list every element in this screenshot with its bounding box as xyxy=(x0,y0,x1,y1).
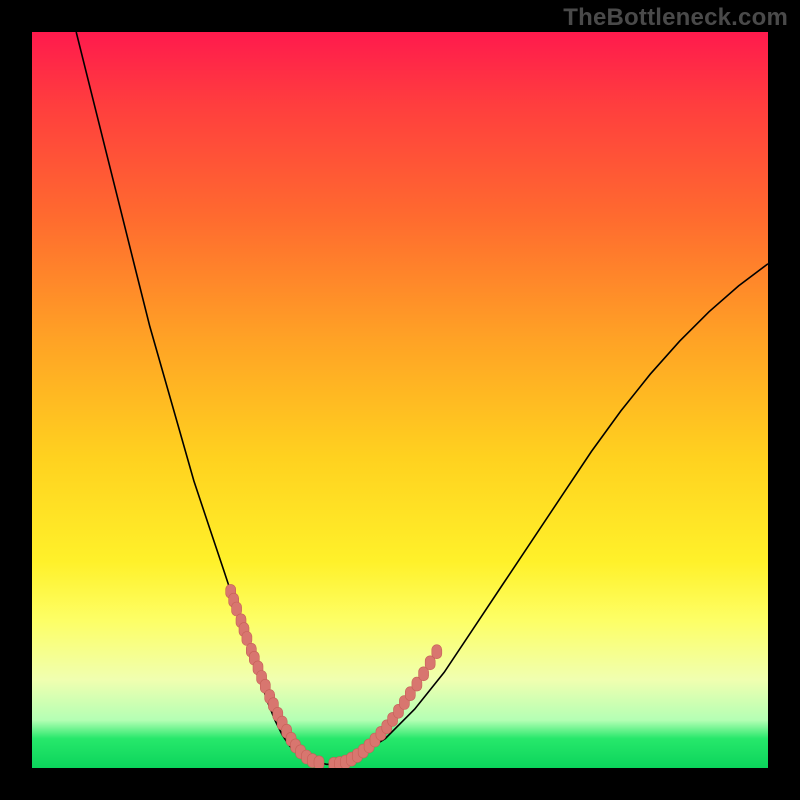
data-dot xyxy=(314,756,324,768)
dot-layer xyxy=(226,584,442,768)
data-dot xyxy=(432,645,442,659)
watermark-text: TheBottleneck.com xyxy=(563,4,788,32)
bottleneck-curve xyxy=(76,32,768,764)
frame: TheBottleneck.com xyxy=(0,0,800,800)
chart-svg xyxy=(32,32,768,768)
plot-area xyxy=(32,32,768,768)
